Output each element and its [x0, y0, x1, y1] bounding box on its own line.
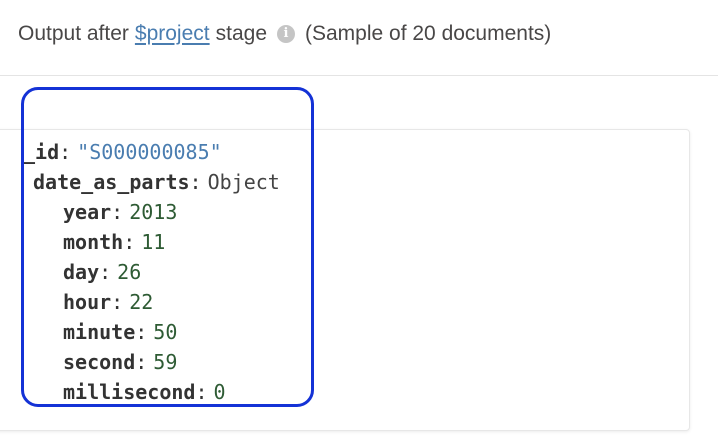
sample-count-label: (Sample of 20 documents)	[305, 22, 552, 45]
document-field-day: day: 26	[63, 260, 142, 284]
field-key: millisecond	[63, 380, 196, 404]
field-value: 0	[213, 380, 226, 404]
field-value: 22	[129, 290, 154, 314]
document-field-second: second: 59	[63, 350, 178, 374]
field-key: month	[63, 230, 124, 254]
field-value: 50	[153, 320, 178, 344]
stage-output-content: _id: "S000000085" date_as_parts: Object ye…	[0, 77, 718, 448]
info-icon[interactable]: i	[277, 25, 295, 43]
field-value: 59	[153, 350, 178, 374]
field-key: minute	[63, 320, 136, 344]
field-value: "S000000085"	[77, 140, 222, 164]
document-field-hour: hour: 22	[63, 290, 154, 314]
field-key: second	[63, 350, 136, 374]
stage-label: stage	[215, 22, 267, 45]
output-after-label: Output after	[18, 22, 129, 45]
field-key: hour	[63, 290, 112, 314]
field-value: 2013	[129, 200, 178, 224]
document-field-minute: minute: 50	[63, 320, 178, 344]
field-key: year	[63, 200, 112, 224]
field-value: 11	[141, 230, 166, 254]
document-field-date-as-parts[interactable]: date_as_parts: Object	[33, 167, 280, 197]
field-type: Object	[207, 170, 280, 194]
field-key: day	[63, 260, 100, 284]
stage-output-header: Output after $project stage i (Sample of…	[0, 0, 718, 76]
field-value: 26	[117, 260, 142, 284]
document-field-millisecond: millisecond: 0	[63, 380, 226, 404]
field-key: _id	[23, 140, 60, 164]
document-field-id: _id: "S000000085"	[23, 140, 222, 164]
document-card: _id: "S000000085" date_as_parts: Object ye…	[0, 129, 690, 431]
stage-output-title: Output after $project stage i (Sample of…	[18, 22, 551, 46]
document-field-year: year: 2013	[63, 200, 178, 224]
document-field-month: month: 11	[63, 230, 166, 254]
field-key: date_as_parts	[33, 170, 190, 194]
stage-operator-link[interactable]: $project	[135, 22, 210, 46]
